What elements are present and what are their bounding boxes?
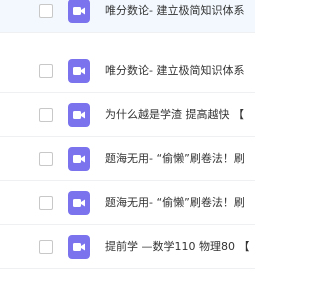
row-checkbox[interactable] (39, 108, 53, 122)
list-item[interactable]: 唯分数论- 建立极简知识体系 (0, 49, 255, 93)
file-title: 为什么越是学渣 提高越快 【 (105, 108, 244, 121)
video-file-icon (68, 191, 90, 215)
row-checkbox[interactable] (39, 240, 53, 254)
video-file-icon (68, 147, 90, 171)
list-item[interactable]: 提前学 —数学110 物理80 【 (0, 225, 255, 269)
file-title: 提前学 —数学110 物理80 【 (105, 240, 250, 253)
file-title: 题海无用- “偷懒”刷卷法！刷 (105, 152, 245, 165)
video-file-icon (68, 59, 90, 83)
file-title: 唯分数论- 建立极简知识体系 (105, 64, 245, 77)
list-item[interactable]: 为什么越是学渣 提高越快 【 (0, 93, 255, 137)
list-item[interactable]: 题海无用- “偷懒”刷卷法！刷 (0, 181, 255, 225)
row-checkbox[interactable] (39, 64, 53, 78)
video-file-icon (68, 235, 90, 259)
row-checkbox[interactable] (39, 196, 53, 210)
list-item[interactable]: 唯分数论- 建立极简知识体系 (0, 0, 255, 33)
row-checkbox[interactable] (39, 152, 53, 166)
list-item[interactable]: 题海无用- “偷懒”刷卷法！刷 (0, 137, 255, 181)
video-file-icon (68, 103, 90, 127)
file-title: 唯分数论- 建立极简知识体系 (105, 4, 245, 17)
file-title: 题海无用- “偷懒”刷卷法！刷 (105, 196, 245, 209)
video-file-icon (68, 0, 90, 23)
file-list: 唯分数论- 建立极简知识体系 唯分数论- 建立极简知识体系 为什么越是学渣 提高… (0, 0, 255, 290)
row-checkbox[interactable] (39, 4, 53, 18)
